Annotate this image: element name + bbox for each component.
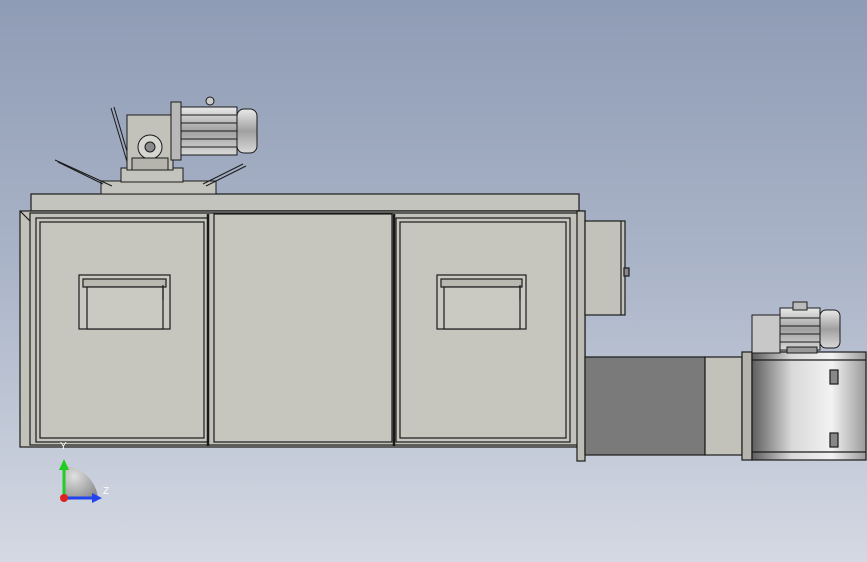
- panel-center: [213, 213, 393, 443]
- access-panels[interactable]: [35, 213, 571, 446]
- fan-motor-icon: [751, 301, 841, 354]
- inspection-window-left[interactable]: [78, 274, 171, 330]
- panel-left: [35, 217, 209, 443]
- axis-triad-icon: [59, 459, 102, 503]
- panel-right: [395, 217, 571, 443]
- axis-y-label: Y: [60, 441, 67, 452]
- gear-motor-icon: [54, 96, 258, 195]
- cad-model-view[interactable]: [0, 0, 867, 562]
- inspection-window-right[interactable]: [436, 274, 527, 330]
- cad-graphics-viewport[interactable]: Y Z: [0, 0, 867, 562]
- air-duct[interactable]: [584, 351, 753, 461]
- fan-unit[interactable]: [751, 351, 867, 461]
- side-junction-box[interactable]: [584, 220, 630, 316]
- axis-z-label: Z: [103, 486, 110, 497]
